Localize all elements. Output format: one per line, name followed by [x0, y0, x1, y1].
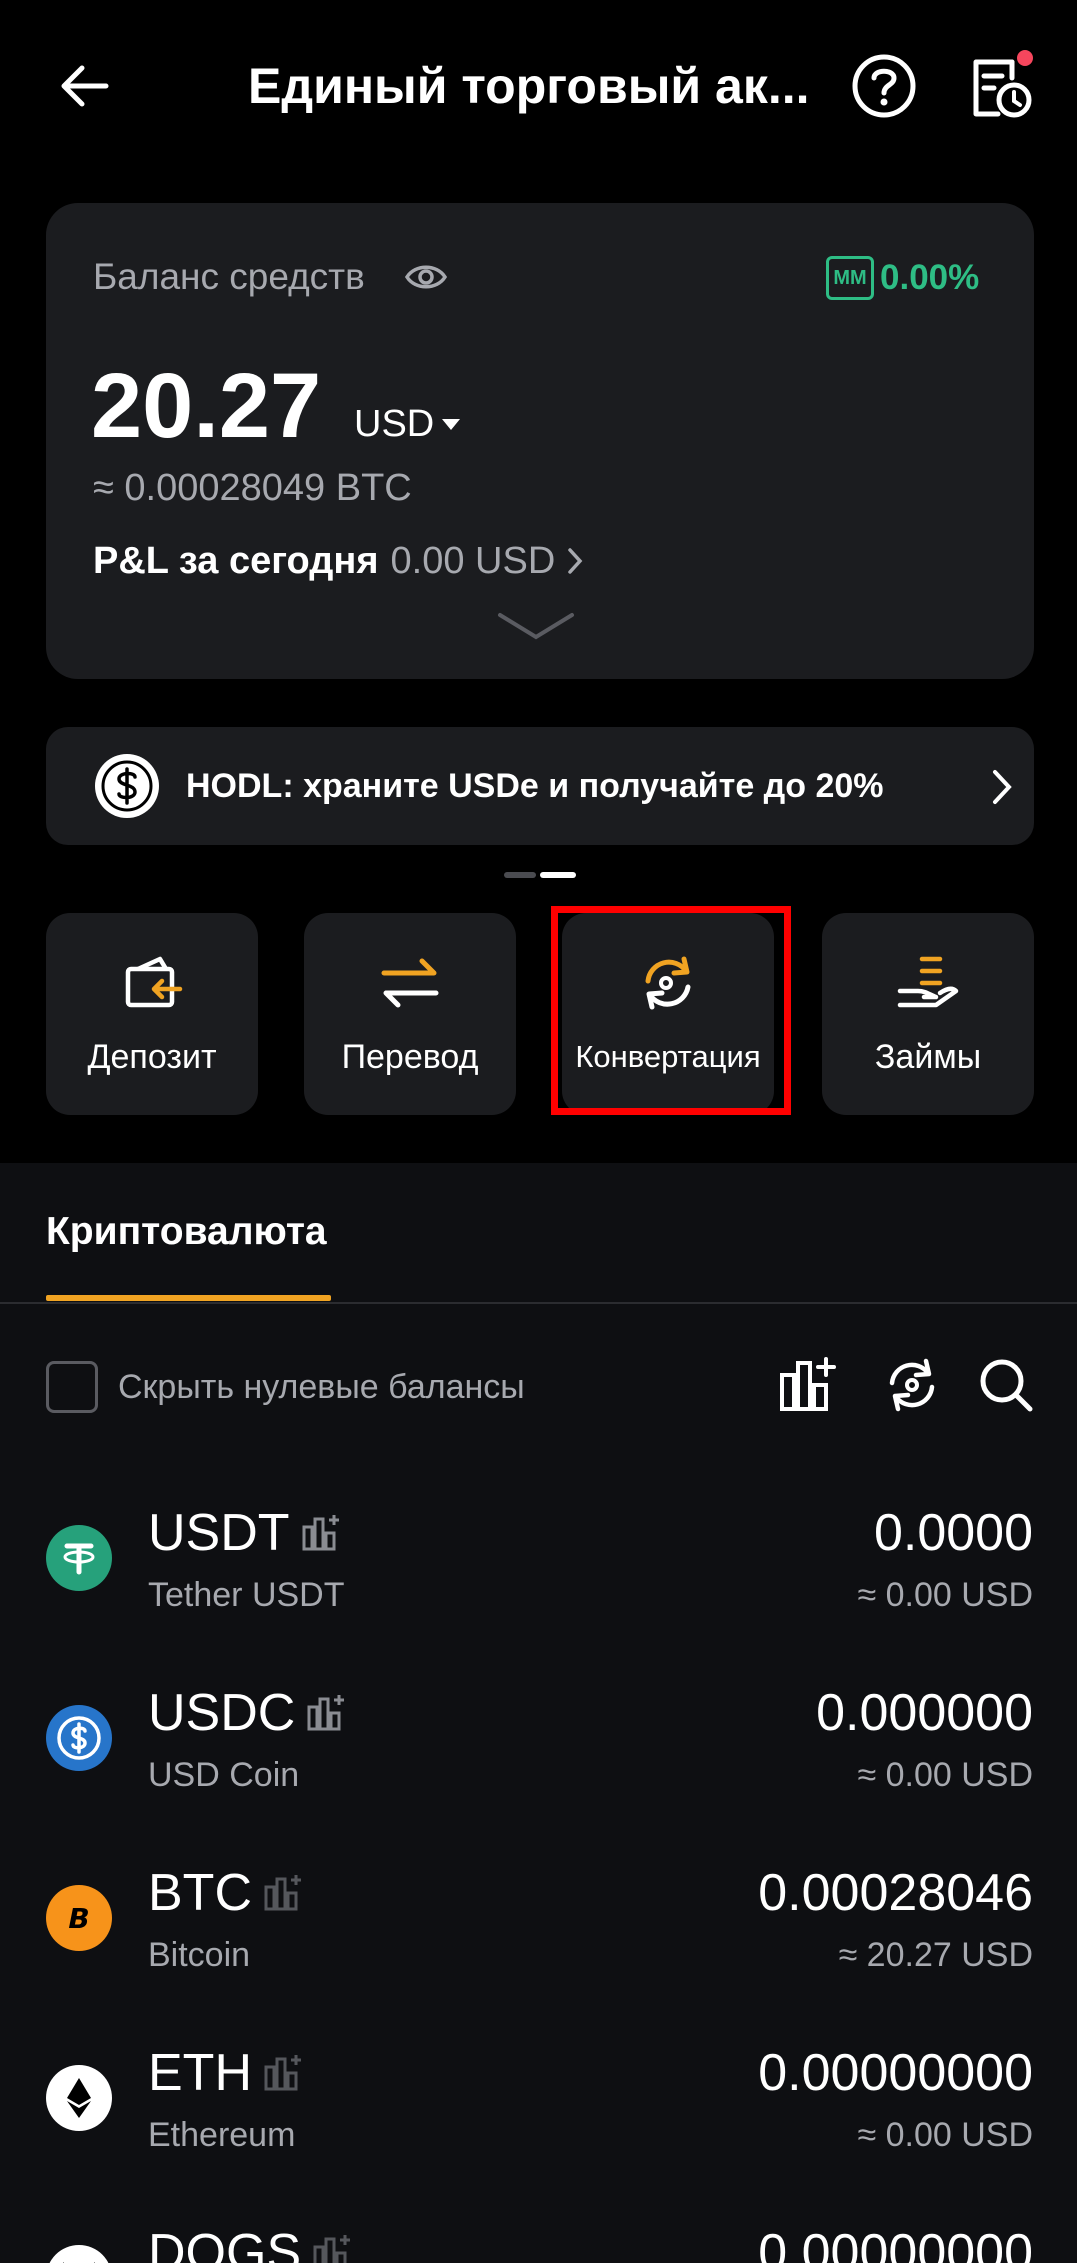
chart-add-icon[interactable] — [300, 1513, 340, 1553]
expand-card-button[interactable] — [496, 609, 576, 643]
coin-symbol-wrap: ETH — [148, 2041, 302, 2105]
coin-usd-value: ≈ 0.00 USD — [857, 1576, 1033, 1614]
promo-banner[interactable]: HODL: храните USDe и получайте до 20% — [46, 727, 1034, 845]
chevron-right-icon — [568, 548, 583, 574]
coin-name: Ethereum — [148, 2116, 296, 2154]
coin-name: Tether USDT — [148, 1576, 345, 1614]
top-bar: Единый торговый ак... — [0, 0, 1077, 172]
coin-symbol-wrap: USDT — [148, 1501, 340, 1565]
currency-label: USD — [354, 403, 435, 445]
coin-symbol: USDC — [148, 1684, 296, 1742]
asset-row-usdt[interactable]: USDT Tether USDT 0.0000 ≈ 0.00 USD — [0, 1495, 1077, 1645]
dollar-coin-icon — [93, 752, 161, 820]
convert-highlight-frame — [551, 906, 791, 1115]
dogs-icon — [46, 2245, 112, 2263]
eye-icon[interactable] — [404, 255, 448, 299]
coin-amount: 0.00000000 — [758, 2044, 1033, 2102]
caret-down-icon — [442, 418, 461, 430]
coin-symbol: ETH — [148, 2044, 252, 2102]
margin-mode-badge[interactable]: MM 0.00% — [826, 255, 979, 301]
eth-icon — [46, 2065, 112, 2131]
balance-amount: 20.27 — [91, 355, 322, 457]
asset-row-btc[interactable]: B BTC Bitcoin 0.00028046 ≈ 20.27 USD — [0, 1855, 1077, 2005]
back-button[interactable] — [50, 52, 118, 120]
coin-amount: 0.0000 — [873, 1504, 1033, 1562]
balance-btc-equivalent: ≈ 0.00028049 BTC — [93, 467, 412, 509]
coin-usd-value: ≈ 0.00 USD — [857, 2116, 1033, 2154]
notification-dot — [1017, 50, 1033, 66]
hide-zero-checkbox[interactable] — [46, 1361, 98, 1413]
coin-amount: 0.00028046 — [758, 1864, 1033, 1922]
balance-card: Баланс средств MM 0.00% 20.27 USD ≈ 0.00… — [46, 203, 1034, 679]
assets-section: Криптовалюта Скрыть нулевые балансы USDT… — [0, 1163, 1077, 2263]
chart-add-icon[interactable] — [262, 2053, 302, 2093]
search-icon[interactable] — [976, 1355, 1036, 1415]
pnl-today-link[interactable]: P&L за сегодня 0.00 USD — [93, 536, 583, 586]
usdt-icon — [46, 1525, 112, 1591]
chart-add-icon[interactable] — [262, 1873, 302, 1913]
asset-row-dogs[interactable]: DOGS 0.00000000 — [0, 2215, 1077, 2263]
asset-row-eth[interactable]: ETH Ethereum 0.00000000 ≈ 0.00 USD — [0, 2035, 1077, 2185]
transfer-label: Перевод — [341, 1038, 479, 1076]
coin-amount: 0.000000 — [816, 1684, 1033, 1742]
promo-text: HODL: храните USDe и получайте до 20% — [186, 767, 884, 805]
convert-small-icon[interactable] — [882, 1355, 942, 1415]
transfer-icon — [381, 958, 439, 1008]
question-circle-icon — [852, 54, 916, 118]
tab-crypto[interactable]: Криптовалюта — [46, 1207, 327, 1257]
balance-label: Баланс средств — [93, 256, 365, 297]
page-title: Единый торговый ак... — [248, 58, 810, 114]
deposit-icon — [125, 956, 183, 1008]
svg-text:B: B — [68, 1902, 89, 1935]
chart-add-icon[interactable] — [776, 1355, 836, 1415]
coin-symbol-wrap: BTC — [148, 1861, 302, 1925]
carousel-dot — [504, 872, 536, 878]
btc-icon: B — [46, 1885, 112, 1951]
pnl-label: P&L за сегодня — [93, 540, 379, 582]
hide-zero-label: Скрыть нулевые балансы — [118, 1367, 525, 1406]
unified-trading-account-screen: Единый торговый ак... Баланс средств MM … — [0, 0, 1077, 2263]
coin-name: Bitcoin — [148, 1936, 251, 1974]
chevron-down-icon — [498, 613, 574, 640]
transfer-button[interactable]: Перевод — [304, 913, 516, 1115]
deposit-label: Депозит — [87, 1038, 217, 1076]
usdc-icon — [46, 1705, 112, 1771]
pnl-value: 0.00 USD — [390, 540, 556, 582]
hide-zero-toggle[interactable]: Скрыть нулевые балансы — [46, 1359, 525, 1415]
loans-icon — [897, 956, 959, 1008]
chevron-right-icon — [990, 767, 1014, 807]
mm-value: 0.00% — [880, 258, 980, 297]
coin-symbol-wrap: USDC — [148, 1681, 345, 1745]
currency-selector[interactable]: USD — [354, 399, 461, 449]
help-button[interactable] — [850, 52, 918, 120]
loans-label: Займы — [874, 1038, 982, 1076]
coin-name: USD Coin — [148, 1756, 300, 1794]
coin-usd-value: ≈ 0.00 USD — [857, 1756, 1033, 1794]
coin-amount: 0.00000000 — [758, 2224, 1033, 2263]
asset-row-usdc[interactable]: USDC USD Coin 0.000000 ≈ 0.00 USD — [0, 1675, 1077, 1825]
chart-add-icon[interactable] — [311, 2233, 351, 2263]
mm-label: MM — [826, 256, 874, 300]
deposit-button[interactable]: Депозит — [46, 913, 258, 1115]
tab-divider — [0, 1302, 1077, 1304]
chart-add-icon[interactable] — [305, 1693, 345, 1733]
coin-symbol: BTC — [148, 1864, 252, 1922]
carousel-dot-active — [540, 872, 576, 878]
coin-symbol-wrap: DOGS — [148, 2221, 351, 2263]
coin-symbol: DOGS — [148, 2224, 302, 2263]
loans-button[interactable]: Займы — [822, 913, 1034, 1115]
arrow-left-icon — [61, 65, 109, 107]
carousel-indicator — [504, 872, 576, 878]
tab-active-indicator — [46, 1295, 331, 1301]
coin-symbol: USDT — [148, 1504, 290, 1562]
coin-usd-value: ≈ 20.27 USD — [838, 1936, 1033, 1974]
